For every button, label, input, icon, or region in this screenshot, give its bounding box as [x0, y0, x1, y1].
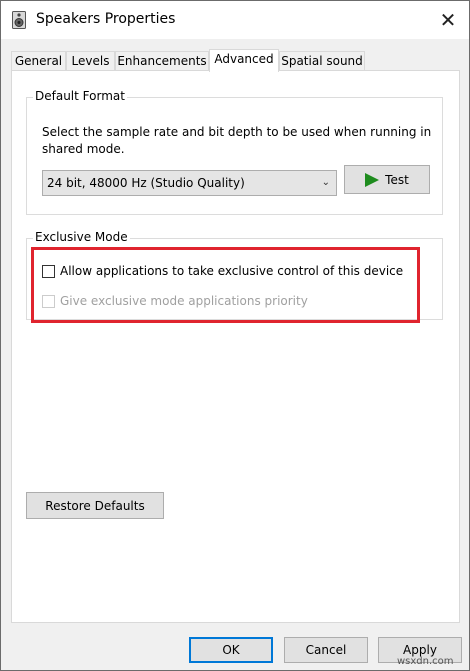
restore-defaults-button[interactable]: Restore Defaults — [26, 492, 164, 519]
test-button-label: Test — [385, 172, 409, 187]
cancel-button[interactable]: Cancel — [284, 637, 368, 663]
selected-format-value: 24 bit, 48000 Hz (Studio Quality) — [47, 176, 245, 190]
sample-rate-dropdown[interactable]: 24 bit, 48000 Hz (Studio Quality) ⌄ — [42, 170, 337, 196]
tab-general[interactable]: General — [11, 51, 66, 71]
tab-spatial-sound[interactable]: Spatial sound — [279, 51, 365, 71]
watermark-text: wsxdn.com — [397, 656, 454, 667]
close-button[interactable]: ✕ — [427, 1, 469, 39]
tab-enhancements[interactable]: Enhancements — [115, 51, 209, 71]
default-format-group: Default Format Select the sample rate an… — [26, 89, 443, 215]
speakers-properties-window: Speakers Properties ✕ General Levels Enh… — [0, 0, 470, 671]
play-icon — [365, 172, 380, 187]
default-format-description: Select the sample rate and bit depth to … — [42, 125, 432, 156]
advanced-tab-panel: Default Format Select the sample rate an… — [11, 70, 460, 623]
close-icon: ✕ — [439, 8, 457, 32]
speaker-icon — [12, 11, 26, 29]
window-title: Speakers Properties — [36, 11, 176, 27]
exclusive-mode-label: Exclusive Mode — [33, 230, 130, 244]
highlight-box — [31, 247, 420, 323]
title-bar[interactable]: Speakers Properties ✕ — [1, 1, 469, 39]
chevron-down-icon: ⌄ — [321, 177, 330, 188]
tab-advanced[interactable]: Advanced — [209, 49, 279, 72]
ok-button[interactable]: OK — [189, 637, 273, 663]
tab-levels[interactable]: Levels — [66, 51, 115, 71]
test-button[interactable]: Test — [344, 165, 430, 194]
default-format-label: Default Format — [33, 89, 127, 103]
